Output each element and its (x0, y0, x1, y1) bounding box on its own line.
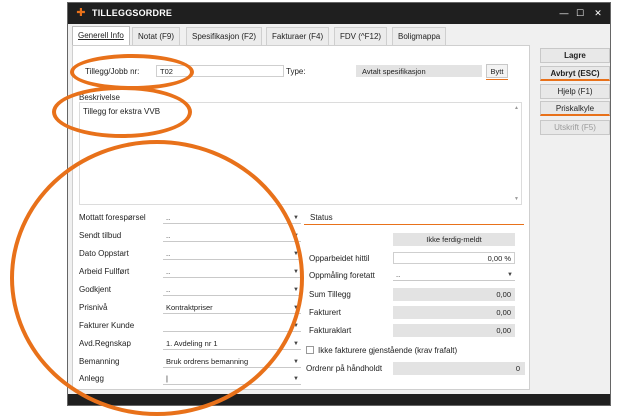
avbryt-button[interactable]: Avbryt (ESC) (540, 66, 610, 81)
maximize-icon[interactable]: ☐ (571, 6, 589, 20)
sendt-tilbud-date-field[interactable]: .. ▼ (163, 230, 301, 242)
utskrift-button[interactable]: Utskrift (F5) (540, 120, 610, 135)
fakturer-kunde-label: Fakturer Kunde (79, 321, 135, 330)
hjelp-button[interactable]: Hjelp (F1) (540, 84, 610, 99)
status-header: Status (304, 211, 524, 225)
priskalkyle-button[interactable]: Priskalkyle (540, 101, 610, 116)
app-logo-icon: ✚ (76, 7, 86, 19)
avd-regnskap-select[interactable]: 1. Avdeling nr 1 ▼ (163, 338, 301, 350)
bemanning-label: Bemanning (79, 357, 120, 366)
mottatt-date-field[interactable]: .. ▼ (163, 212, 301, 224)
handholdt-label: Ordrenr på håndholdt (306, 364, 383, 373)
tab-fdv[interactable]: FDV (^F12) (334, 27, 388, 46)
bytt-underline (486, 79, 508, 80)
fakturert-value: 0,00 (393, 306, 515, 319)
jobb-nr-input[interactable]: T02 (156, 65, 284, 77)
chevron-down-icon[interactable]: ▼ (293, 373, 299, 385)
chevron-down-icon[interactable]: ▼ (293, 266, 299, 278)
opparbeidet-input[interactable]: 0,00 % (393, 252, 515, 264)
beskrivelse-textarea[interactable]: Tillegg for ekstra VVB ▲ ▼ (79, 102, 522, 205)
tab-generell-info[interactable]: Generell Info (72, 26, 130, 47)
fakturaklart-value: 0,00 (393, 324, 515, 337)
chevron-down-icon[interactable]: ▼ (293, 248, 299, 260)
sendt-tilbud-label: Sendt tilbud (79, 231, 122, 240)
prisniva-select[interactable]: Kontraktpriser ▼ (163, 302, 301, 314)
dato-oppstart-label: Dato Oppstart (79, 249, 129, 258)
chevron-down-icon[interactable]: ▼ (293, 356, 299, 368)
godkjent-date-field[interactable]: .. ▼ (163, 284, 301, 296)
chevron-down-icon[interactable]: ▼ (293, 230, 299, 242)
handholdt-value: 0 (393, 362, 525, 375)
ikke-fakturere-label: Ikke fakturere gjenstående (krav frafalt… (318, 346, 458, 355)
beskrivelse-label: Beskrivelse (79, 93, 120, 102)
scroll-up-icon[interactable]: ▲ (514, 105, 519, 111)
oppmaling-label: Oppmåling foretatt (309, 271, 375, 280)
left-fields-group: Mottatt forespørsel .. ▼ Sendt tilbud .. ▼… (79, 212, 303, 385)
jobb-nr-label: Tillegg/Jobb nr: (85, 67, 140, 76)
tab-notat[interactable]: Notat (F9) (132, 27, 181, 46)
oppmaling-date-field[interactable]: .. ▼ (393, 269, 515, 281)
chevron-down-icon[interactable]: ▼ (507, 269, 513, 281)
close-icon[interactable]: ✕ (589, 6, 607, 20)
tab-boligmappa[interactable]: Boligmappa (392, 27, 447, 46)
fakturaklart-label: Fakturaklart (309, 326, 352, 335)
bytt-button[interactable]: Bytt (486, 64, 508, 78)
chevron-down-icon[interactable]: ▼ (293, 338, 299, 350)
chevron-down-icon[interactable]: ▼ (293, 284, 299, 296)
fakturert-label: Fakturert (309, 308, 342, 317)
beskrivelse-text: Tillegg for ekstra VVB (83, 107, 161, 116)
tilleggsordre-window: ✚ TILLEGGSORDRE — ☐ ✕ Generell Info Nota… (67, 2, 611, 406)
scroll-down-icon[interactable]: ▼ (514, 196, 519, 202)
status-title: Status (310, 213, 333, 222)
avd-regnskap-label: Avd.Regnskap (79, 339, 131, 348)
prisniva-label: Prisnivå (79, 303, 108, 312)
chevron-down-icon[interactable]: ▼ (293, 212, 299, 224)
mottatt-label: Mottatt forespørsel (79, 213, 146, 222)
lagre-button[interactable]: Lagre (540, 48, 610, 63)
bemanning-select[interactable]: Bruk ordrens bemanning ▼ (163, 356, 301, 368)
window-title: TILLEGGSORDRE (92, 8, 173, 18)
title-bar: ✚ TILLEGGSORDRE — ☐ ✕ (68, 3, 610, 24)
sum-tillegg-value: 0,00 (393, 288, 515, 301)
general-info-panel: Tillegg/Jobb nr: T02 Type: Avtalt spesif… (72, 45, 530, 390)
arbeid-fullfort-label: Arbeid Fullført (79, 267, 130, 276)
chevron-down-icon[interactable]: ▼ (293, 302, 299, 314)
chevron-down-icon[interactable]: ▼ (293, 320, 299, 332)
tab-fakturaer[interactable]: Fakturaer (F4) (266, 27, 330, 46)
godkjent-label: Godkjent (79, 285, 112, 294)
type-label: Type: (286, 67, 306, 76)
type-field: Avtalt spesifikasjon (356, 65, 482, 77)
sum-tillegg-label: Sum Tillegg (309, 290, 351, 299)
status-state-field: Ikke ferdig-meldt (393, 233, 515, 246)
dato-oppstart-date-field[interactable]: .. ▼ (163, 248, 301, 260)
anlegg-label: Anlegg (79, 374, 104, 383)
arbeid-fullfort-date-field[interactable]: .. ▼ (163, 266, 301, 278)
anlegg-select[interactable]: | ▼ (163, 373, 301, 385)
status-bar (68, 394, 610, 405)
fakturer-kunde-select[interactable]: ▼ (163, 320, 301, 332)
ikke-fakturere-checkbox[interactable] (306, 346, 314, 354)
opparbeidet-label: Opparbeidet hittil (309, 254, 370, 263)
tab-spesifikasjon[interactable]: Spesifikasjon (F2) (186, 27, 263, 46)
